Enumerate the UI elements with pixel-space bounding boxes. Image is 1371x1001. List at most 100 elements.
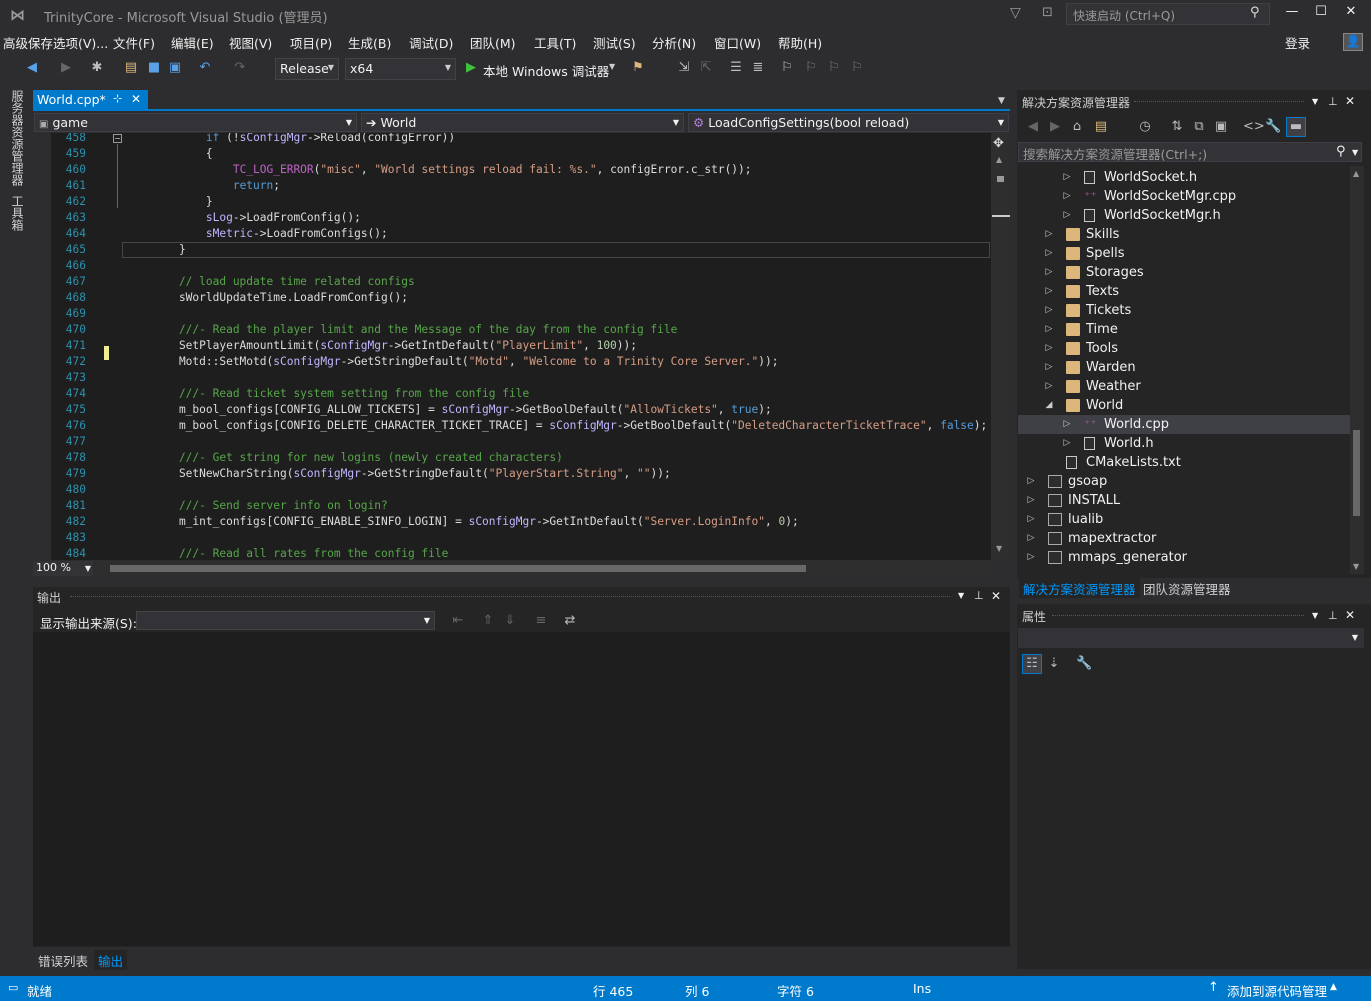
collapsed-arrow-icon[interactable]: ▷ — [1062, 415, 1072, 434]
tab-solution-explorer[interactable]: 解决方案资源管理器 — [1019, 578, 1140, 598]
menu-window[interactable]: 窗口(W) — [714, 33, 761, 52]
find-message-icon[interactable]: ⇤ — [450, 613, 466, 629]
se-scroll-down-icon[interactable]: ▼ — [1353, 562, 1359, 571]
account-avatar-icon[interactable]: 👤 — [1343, 33, 1363, 51]
class-nav-select[interactable]: ➔ World ▼ — [361, 113, 684, 132]
collapsed-arrow-icon[interactable]: ▷ — [1026, 529, 1036, 548]
tab-output[interactable]: 输出 — [94, 950, 128, 970]
tree-item[interactable]: ▷ Skills — [1018, 225, 1350, 244]
save-all-icon[interactable]: ▣ — [167, 60, 183, 76]
tree-item[interactable]: ▷ ⁺⁺ WorldSocketMgr.cpp — [1018, 187, 1350, 206]
bookmark-icon[interactable]: ⚐ — [779, 60, 795, 76]
menu-edit[interactable]: 编辑(E) — [171, 33, 214, 52]
tree-item[interactable]: ▷ Tools — [1018, 339, 1350, 358]
pin-tab-icon[interactable]: ⊹ — [113, 92, 122, 105]
tree-item[interactable]: ▷ INSTALL — [1018, 491, 1350, 510]
tree-item[interactable]: ▷ Spells — [1018, 244, 1350, 263]
project-nav-select[interactable]: ▣ game ▼ — [34, 113, 357, 132]
se-back-icon[interactable]: ◀ — [1025, 119, 1041, 135]
quick-launch-input[interactable]: 快速启动 (Ctrl+Q) — [1066, 3, 1270, 25]
props-options-icon[interactable]: ▼ — [1312, 611, 1318, 620]
close-window-button[interactable]: ✕ — [1336, 4, 1366, 24]
collapsed-arrow-icon[interactable]: ▷ — [1062, 206, 1072, 225]
props-object-select[interactable]: ▼ — [1018, 628, 1364, 648]
props-categorized-icon[interactable]: ☷ — [1022, 654, 1042, 674]
source-control-chevron-icon[interactable]: ▲ — [1330, 982, 1337, 992]
maximize-button[interactable]: ☐ — [1306, 4, 1336, 24]
collapsed-arrow-icon[interactable]: ▷ — [1044, 263, 1054, 282]
menu-file[interactable]: 文件(F) — [113, 33, 155, 52]
collapsed-arrow-icon[interactable]: ▷ — [1062, 434, 1072, 453]
zoom-level-select[interactable]: 100 % ▼ — [33, 561, 93, 576]
menu-analyze[interactable]: 分析(N) — [652, 33, 696, 52]
collapsed-arrow-icon[interactable]: ▷ — [1026, 472, 1036, 491]
find-in-files-icon[interactable]: ⚑ — [630, 60, 646, 76]
menu-debug[interactable]: 调试(D) — [409, 33, 453, 52]
navigate-forward-icon[interactable]: ▶ — [58, 60, 74, 76]
menu-tools[interactable]: 工具(T) — [534, 33, 576, 52]
se-pin-icon[interactable]: ⊥ — [1328, 95, 1338, 108]
tree-item[interactable]: ▷ Storages — [1018, 263, 1350, 282]
collapsed-arrow-icon[interactable]: ▷ — [1044, 244, 1054, 263]
uncomment-lines-icon[interactable]: ≣ — [750, 60, 766, 76]
filter-icon[interactable]: ▽ — [1010, 5, 1021, 21]
se-search-input[interactable]: 搜索解决方案资源管理器(Ctrl+;) — [1018, 142, 1362, 162]
new-project-icon[interactable]: ✱ — [89, 60, 105, 76]
se-scroll-thumb[interactable] — [1353, 430, 1360, 516]
collapsed-arrow-icon[interactable]: ▷ — [1044, 225, 1054, 244]
menu-project[interactable]: 项目(P) — [290, 33, 332, 52]
se-switch-views-icon[interactable]: ▤ — [1093, 119, 1109, 135]
tree-item[interactable]: ▷ Texts — [1018, 282, 1350, 301]
collapsed-arrow-icon[interactable]: ▷ — [1044, 320, 1054, 339]
collapsed-arrow-icon[interactable]: ▷ — [1044, 301, 1054, 320]
sign-in-link[interactable]: 登录 — [1285, 33, 1310, 52]
solution-configuration-select[interactable]: Release ▼ — [275, 58, 339, 80]
props-close-icon[interactable]: ✕ — [1345, 608, 1355, 622]
se-show-all-files-icon[interactable]: ▣ — [1213, 119, 1229, 135]
tree-item[interactable]: ▷ Weather — [1018, 377, 1350, 396]
tab-error-list[interactable]: 错误列表 — [34, 950, 92, 970]
output-source-select[interactable]: ▼ — [136, 611, 435, 630]
start-debugger-button[interactable]: 本地 Windows 调试器 — [483, 61, 609, 80]
collapsed-arrow-icon[interactable]: ▷ — [1044, 339, 1054, 358]
collapsed-arrow-icon[interactable]: ▷ — [1044, 377, 1054, 396]
split-editor-icon[interactable]: ✥ — [993, 136, 1004, 151]
scroll-down-icon[interactable]: ▼ — [996, 544, 1002, 553]
se-search-options-icon[interactable]: ▼ — [1352, 148, 1358, 157]
tree-item[interactable]: ▷ World.h — [1018, 434, 1350, 453]
editor-horizontal-scrollbar[interactable] — [96, 561, 990, 575]
start-debug-icon[interactable]: ▶ — [466, 60, 476, 75]
se-properties-icon[interactable]: 🔧 — [1265, 119, 1281, 135]
open-file-icon[interactable]: ▤ — [123, 60, 139, 76]
redo-icon[interactable]: ↷ — [232, 60, 248, 76]
save-icon[interactable]: ■ — [146, 60, 162, 76]
tree-item[interactable]: ▷ Warden — [1018, 358, 1350, 377]
collapsed-arrow-icon[interactable]: ▷ — [1026, 491, 1036, 510]
clear-all-icon[interactable]: ≡ — [533, 613, 549, 629]
menu-test[interactable]: 测试(S) — [593, 33, 636, 52]
tree-item[interactable]: ▷ ⁺⁺ World.cpp — [1018, 415, 1350, 434]
source-control-up-icon[interactable]: ↑ — [1208, 980, 1219, 995]
search-icon[interactable]: ⚲ — [1250, 5, 1260, 20]
member-nav-select[interactable]: ⚙ LoadConfigSettings(bool reload) ▼ — [688, 113, 1009, 132]
add-to-source-control-button[interactable]: 添加到源代码管理 — [1227, 981, 1327, 1000]
tree-item[interactable]: ▷ Time — [1018, 320, 1350, 339]
menu-build[interactable]: 生成(B) — [348, 33, 391, 52]
tree-item[interactable]: ▷ WorldSocket.h — [1018, 168, 1350, 187]
output-text-area[interactable] — [33, 632, 1010, 946]
tree-item[interactable]: ▷ mapextractor — [1018, 529, 1350, 548]
menu-help[interactable]: 帮助(H) — [778, 33, 822, 52]
scroll-thumb[interactable] — [997, 176, 1004, 182]
tree-item[interactable]: ▷ gsoap — [1018, 472, 1350, 491]
comment-lines-icon[interactable]: ☰ — [728, 60, 744, 76]
server-explorer-tab[interactable]: 服务器资源管理器 — [6, 90, 26, 190]
debug-dropdown-chevron-icon[interactable]: ▼ — [609, 62, 615, 71]
editor-vertical-scrollbar[interactable]: ✥ ▲ ▼ — [991, 133, 1010, 560]
collapsed-arrow-icon[interactable]: ▷ — [1044, 358, 1054, 377]
tree-item[interactable]: ▷ lualib — [1018, 510, 1350, 529]
collapsed-arrow-icon[interactable]: ▷ — [1062, 187, 1072, 206]
menu-team[interactable]: 团队(M) — [470, 33, 516, 52]
collapsed-arrow-icon[interactable]: ▷ — [1062, 168, 1072, 187]
minimize-button[interactable]: — — [1277, 4, 1307, 24]
next-message-icon[interactable]: ⇓ — [502, 613, 518, 629]
